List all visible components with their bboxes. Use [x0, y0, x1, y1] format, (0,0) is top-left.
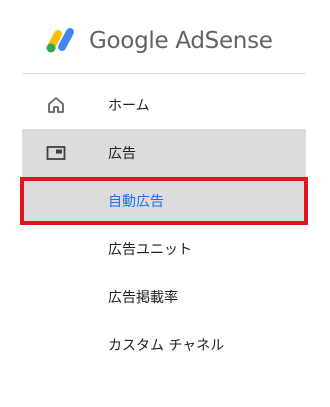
- ad-unit-icon: [46, 146, 66, 160]
- side-nav: ホーム 広告 自動広告 広告ユニット 広告掲載率 カスタム チャネル: [20, 81, 308, 369]
- nav-label-ad-units: 広告ユニット: [108, 242, 192, 258]
- nav-label-auto-ads: 自動広告: [108, 194, 164, 210]
- nav-label-home: ホーム: [108, 98, 150, 114]
- nav-label-ads: 広告: [108, 146, 136, 162]
- app-header: Google AdSense: [22, 0, 306, 74]
- nav-item-coverage[interactable]: 広告掲載率: [22, 273, 306, 321]
- nav-item-ads[interactable]: 広告: [22, 129, 306, 177]
- brand-name: Google AdSense: [89, 28, 273, 54]
- nav-item-ad-units[interactable]: 広告ユニット: [22, 225, 306, 273]
- adsense-logo-icon[interactable]: [45, 25, 79, 55]
- home-icon: [48, 97, 64, 113]
- nav-label-custom-channels: カスタム チャネル: [108, 338, 225, 354]
- nav-item-auto-ads[interactable]: 自動広告: [20, 177, 308, 225]
- nav-item-home[interactable]: ホーム: [22, 81, 306, 129]
- nav-label-coverage: 広告掲載率: [108, 290, 178, 306]
- nav-item-custom-channels[interactable]: カスタム チャネル: [22, 321, 306, 369]
